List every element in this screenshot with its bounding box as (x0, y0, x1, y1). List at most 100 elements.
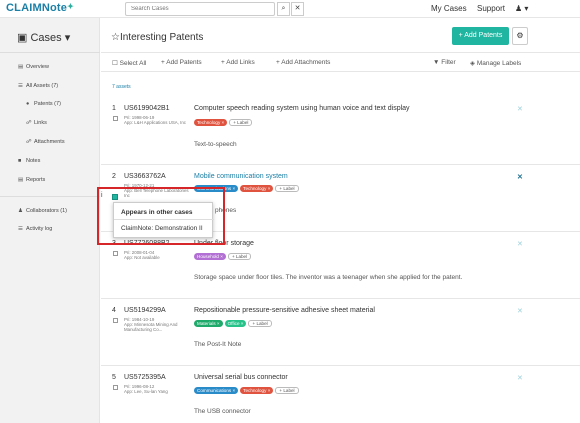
cases-dropdown[interactable]: ▣ Cases ▾ (17, 31, 70, 44)
asset-count: 7 assets (112, 84, 131, 90)
sidebar-item-notes[interactable]: ■ Notes (18, 158, 40, 164)
remove-icon[interactable]: ✕ (517, 173, 523, 181)
tag-technology[interactable]: Technology × (240, 387, 274, 394)
bar-chart-icon: ▤ (18, 64, 24, 70)
patent-note: The Post-It Note (194, 341, 242, 348)
highlight-box (97, 187, 225, 245)
tag-technology[interactable]: Technology × (194, 119, 228, 126)
page-title: ☆Interesting Patents (111, 32, 204, 43)
tag-list: Materials × Office × + Label (194, 320, 272, 327)
sidebar-item-links[interactable]: ☍ Links (26, 120, 47, 126)
row-checkbox[interactable] (113, 385, 118, 390)
remove-icon[interactable]: ✕ (517, 105, 523, 113)
patent-title[interactable]: Universal serial bus connector (194, 374, 288, 381)
search-button[interactable]: ⌕ (277, 2, 290, 16)
filter-icon: ▼ (433, 59, 440, 66)
manage-labels-button[interactable]: ◈ Manage Labels (470, 59, 521, 67)
patent-id[interactable]: US6199042B1 (124, 105, 170, 112)
patent-meta: Pri: 1984-10-19 App: Minnesota Mining And… (124, 317, 178, 333)
tag-household[interactable]: Household × (194, 253, 226, 260)
patent-id[interactable]: US3663762A (124, 173, 166, 180)
row-number: 4 (112, 307, 116, 314)
tag-technology[interactable]: Technology × (240, 185, 274, 192)
logo-spark-icon: ✦ (67, 2, 74, 11)
sidebar-item-all-assets[interactable]: ☰ All Assets (7) (18, 83, 58, 89)
tag-communications[interactable]: Communications × (194, 387, 239, 394)
filter-button[interactable]: ▼ Filter (433, 59, 456, 66)
divider (101, 298, 580, 299)
tag-list: Communications × Technology × + Label (194, 387, 299, 394)
app-logo[interactable]: CLAIMNote✦ (6, 2, 74, 14)
patent-title[interactable]: Repositionable pressure-sensitive adhesi… (194, 307, 375, 314)
sidebar-item-activity-log[interactable]: ☰ Activity log (18, 226, 52, 232)
add-links-link[interactable]: + Add Links (221, 59, 255, 66)
add-label-button[interactable]: + Label (248, 320, 272, 327)
list-icon: ☰ (18, 83, 23, 89)
add-patents-button[interactable]: + Add Patents (452, 27, 509, 45)
checkbox-icon: ☐ (112, 60, 118, 67)
top-bar: CLAIMNote✦ ⌕ ✕ My Cases Support ♟ ▾ (0, 0, 580, 18)
tag-office[interactable]: Office × (224, 320, 247, 327)
remove-icon[interactable]: ✕ (517, 374, 523, 382)
dot-icon: ● (26, 101, 30, 107)
row-number: 5 (112, 374, 116, 381)
patent-meta: Pri: 1998-06-19 App: L&H Applications USA… (124, 115, 186, 126)
patent-id[interactable]: US5194299A (124, 307, 166, 314)
patent-meta: Pri: 2008-01-04 App: Not available (124, 250, 160, 261)
my-cases-link[interactable]: My Cases (431, 4, 467, 13)
tag-list: Technology × + Label (194, 119, 253, 126)
remove-icon[interactable]: ✕ (517, 240, 523, 248)
users-icon: ♟ (18, 208, 23, 214)
patent-title[interactable]: Computer speech reading system using hum… (194, 105, 410, 112)
select-all-checkbox[interactable]: ☐ Select All (112, 59, 146, 67)
patent-meta: Pri: 1996-08-12 App: Lee, Su-lan Yang (124, 384, 168, 395)
patent-note: The USB connector (194, 408, 251, 415)
divider (0, 196, 100, 197)
add-label-button[interactable]: + Label (275, 387, 299, 394)
row-checkbox[interactable] (113, 251, 118, 256)
sidebar: ▣ Cases ▾ ▤ Overview ☰ All Assets (7) ● Pat… (0, 18, 100, 423)
patent-note: Text-to-speech (194, 141, 237, 148)
paperclip-icon: ☍ (26, 139, 32, 145)
sidebar-item-collaborators[interactable]: ♟ Collaborators (1) (18, 208, 67, 214)
divider (101, 164, 580, 165)
search-input[interactable] (125, 2, 275, 16)
divider (101, 365, 580, 366)
row-number: 2 (112, 173, 116, 180)
user-menu[interactable]: ♟ ▾ (515, 4, 528, 13)
patent-note: Storage space under floor tiles. The inv… (194, 274, 463, 281)
sidebar-item-patents[interactable]: ● Patents (7) (26, 101, 61, 107)
list-icon: ☰ (18, 226, 23, 232)
sidebar-item-overview[interactable]: ▤ Overview (18, 64, 49, 70)
patent-title[interactable]: Mobile communication system (194, 173, 288, 180)
row-checkbox[interactable] (113, 116, 118, 121)
support-link[interactable]: Support (477, 4, 505, 13)
add-attachments-link[interactable]: + Add Attachments (276, 59, 330, 66)
note-icon: ■ (18, 158, 22, 164)
sidebar-item-attachments[interactable]: ☍ Attachments (26, 139, 65, 145)
row-number: 1 (112, 105, 116, 112)
settings-button[interactable]: ⚙ (512, 27, 528, 45)
add-label-button[interactable]: + Label (227, 253, 252, 260)
divider (101, 71, 580, 72)
add-label-button[interactable]: + Label (229, 119, 253, 126)
star-icon[interactable]: ☆ (111, 32, 120, 43)
divider (0, 52, 100, 53)
report-icon: ▤ (18, 177, 24, 183)
sidebar-item-reports[interactable]: ▤ Reports (18, 177, 45, 183)
tag-list: Household × + Label (194, 253, 252, 260)
gear-icon: ⚙ (516, 31, 524, 40)
link-icon: ☍ (26, 120, 32, 126)
row-checkbox[interactable] (113, 318, 118, 323)
tag-icon: ◈ (470, 60, 475, 67)
remove-icon[interactable]: ✕ (517, 307, 523, 315)
add-patents-link[interactable]: + Add Patents (161, 59, 202, 66)
briefcase-icon: ▣ (17, 32, 28, 44)
add-label-button[interactable]: + Label (275, 185, 299, 192)
divider (101, 52, 580, 53)
search-icon: ⌕ (281, 5, 286, 12)
patent-id[interactable]: US5725395A (124, 374, 166, 381)
user-icon: ♟ (515, 4, 523, 13)
tag-materials[interactable]: Materials × (194, 320, 223, 327)
clear-search-button[interactable]: ✕ (291, 2, 304, 16)
